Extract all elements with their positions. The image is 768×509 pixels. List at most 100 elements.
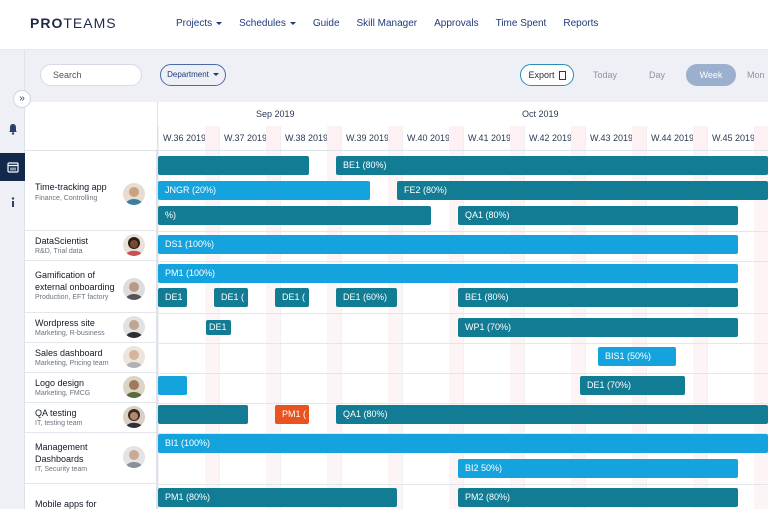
booking-bar[interactable]: DS1 (100%)	[158, 235, 738, 254]
logo-rest: TEAMS	[63, 15, 117, 31]
week-header: W.41 2019	[463, 126, 524, 150]
booking-bar[interactable]: DE1 (	[214, 288, 248, 307]
booking-bar[interactable]: DE1 (	[275, 288, 309, 307]
export-button[interactable]: Export	[520, 64, 574, 86]
booking-bar[interactable]: DE1	[158, 288, 187, 307]
export-label: Export	[528, 70, 555, 80]
bell-button[interactable]	[0, 115, 25, 143]
department-filter[interactable]: Department	[160, 64, 226, 86]
month-label-sep: Sep 2019	[256, 109, 295, 119]
nav-projects[interactable]: Projects	[176, 18, 223, 29]
top-navigation: PROTEAMS Projects Schedules Guide Skill …	[0, 0, 768, 50]
project-row[interactable]: DataScientist R&D, Trial data	[25, 231, 156, 261]
booking-bar[interactable]: DE1	[206, 320, 231, 335]
project-subtitle: R&D, Trial data	[35, 248, 83, 255]
booking-bar[interactable]: BE1 (80%)	[336, 156, 768, 175]
booking-bar[interactable]: BE1 (80%)	[458, 288, 738, 307]
booking-bar[interactable]: QA1 (80%)	[458, 206, 738, 225]
project-title: DataScientist	[35, 236, 89, 246]
week-header: W.36 2019	[158, 126, 219, 150]
project-title: Mobile apps for	[35, 499, 97, 509]
booking-bar[interactable]: PM1 (80%)	[158, 488, 397, 507]
calendar-button[interactable]	[0, 153, 25, 181]
avatar	[123, 446, 145, 468]
booking-bar[interactable]: FE2 (80%)	[397, 181, 768, 200]
booking-bar[interactable]: PM1 (100%)	[158, 264, 738, 283]
project-row[interactable]: Wordpress site Marketing, R-business	[25, 313, 156, 343]
project-row[interactable]: Mobile apps for	[25, 484, 156, 509]
project-title: Logo design	[35, 378, 85, 388]
nav-projects-label: Projects	[176, 18, 213, 29]
pdf-icon	[558, 71, 566, 81]
project-row[interactable]: Sales dashboard Marketing, Pricing team	[25, 343, 156, 373]
booking-bar[interactable]: PM1 (	[275, 405, 309, 424]
avatar	[123, 234, 145, 256]
booking-bar[interactable]: DE1 (70%)	[580, 376, 685, 395]
double-chevron-right-icon: »	[19, 93, 25, 104]
project-row[interactable]: Gamification of external onboarding Prod…	[25, 261, 156, 313]
booking-bar[interactable]: PM2 (80%)	[458, 488, 738, 507]
week-header: W.44 2019	[646, 126, 707, 150]
chevron-down-icon	[212, 73, 219, 77]
booking-bar[interactable]: %)	[158, 206, 431, 225]
project-subtitle: IT, Security team	[35, 466, 88, 473]
project-title: Wordpress site	[35, 318, 95, 328]
project-title: Time-tracking app	[35, 182, 107, 192]
project-row[interactable]: QA testing IT, testing team	[25, 403, 156, 433]
avatar	[123, 406, 145, 428]
booking-bar[interactable]	[158, 405, 248, 424]
week-header: W.45 2019	[707, 126, 768, 150]
logo[interactable]: PROTEAMS	[30, 15, 117, 31]
gantt-grid: BE1 (80%) JNGR (20%) FE2 (80%) %) QA1 (8…	[158, 151, 768, 509]
project-title: Gamification of	[35, 270, 96, 280]
bell-icon	[8, 124, 17, 135]
booking-bar[interactable]	[158, 156, 309, 175]
avatar	[123, 346, 145, 368]
logo-bold: PRO	[30, 15, 64, 31]
department-label: Department	[167, 70, 209, 79]
nav-guide[interactable]: Guide	[313, 18, 340, 29]
booking-bar[interactable]: QA1 (80%)	[336, 405, 768, 424]
main-menu: Projects Schedules Guide Skill Manager A…	[176, 18, 615, 29]
chevron-down-icon	[216, 21, 223, 25]
month-label-oct: Oct 2019	[522, 109, 559, 119]
view-week[interactable]: Week	[686, 64, 736, 86]
booking-bar[interactable]: WP1 (70%)	[458, 318, 738, 337]
project-list: Time-tracking app Finance, Controlling D…	[25, 151, 158, 509]
project-row[interactable]: Logo design Marketing, FMCG	[25, 373, 156, 403]
avatar	[123, 316, 145, 338]
view-month[interactable]: Mon	[747, 64, 768, 86]
booking-bar[interactable]: JNGR (20%)	[158, 181, 370, 200]
project-row[interactable]: Management Dashboards IT, Security team	[25, 433, 156, 484]
search-input[interactable]	[40, 64, 142, 86]
nav-time-spent[interactable]: Time Spent	[496, 18, 547, 29]
week-header: W.38 2019	[280, 126, 341, 150]
project-row[interactable]: Time-tracking app Finance, Controlling	[25, 151, 156, 231]
week-header: W.43 2019	[585, 126, 646, 150]
nav-skill-manager[interactable]: Skill Manager	[357, 18, 418, 29]
project-title-line2: external onboarding	[35, 282, 115, 292]
booking-bar[interactable]: DE1 (60%)	[336, 288, 397, 307]
nav-schedules[interactable]: Schedules	[239, 18, 296, 29]
nav-reports[interactable]: Reports	[563, 18, 598, 29]
nav-approvals[interactable]: Approvals	[434, 18, 478, 29]
timeline-header: Sep 2019 Oct 2019 W.36 2019 W.37 2019 W.…	[158, 102, 768, 151]
week-header: W.37 2019	[219, 126, 280, 150]
toolbar: Department Export Today Day Week Mon	[25, 50, 768, 102]
project-subtitle: Finance, Controlling	[35, 195, 98, 202]
project-subtitle: Marketing, FMCG	[35, 390, 91, 397]
expand-sidebar-button[interactable]: »	[13, 90, 31, 108]
booking-bar[interactable]: BI2 50%)	[458, 459, 738, 478]
project-subtitle: Production, EFT factory	[35, 294, 109, 301]
info-button[interactable]	[0, 188, 25, 216]
info-icon	[11, 197, 14, 207]
booking-bar[interactable]: BIS1 (50%)	[598, 347, 676, 366]
avatar	[123, 376, 145, 398]
view-today[interactable]: Today	[585, 64, 625, 86]
view-day[interactable]: Day	[637, 64, 677, 86]
project-subtitle: IT, testing team	[35, 420, 83, 427]
booking-bar[interactable]	[158, 376, 187, 395]
booking-bar[interactable]: BI1 (100%)	[158, 434, 768, 453]
project-title-line2: Dashboards	[35, 454, 84, 464]
project-title: Management	[35, 442, 88, 452]
